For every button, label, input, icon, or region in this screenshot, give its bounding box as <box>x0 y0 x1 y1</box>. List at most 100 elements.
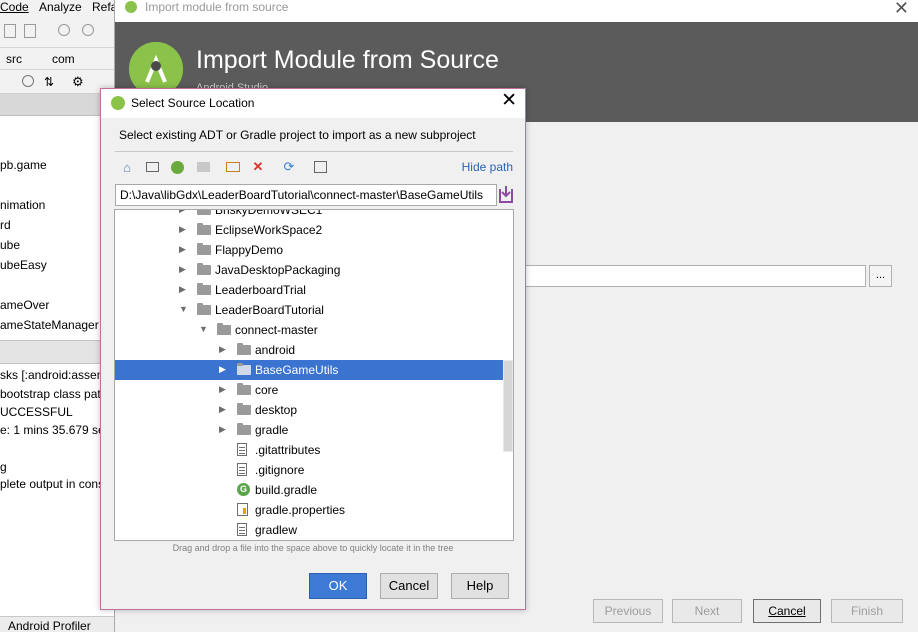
ide-background: Code Analyze Refa src com ⇅ ⚙ pb.game ni… <box>0 0 116 632</box>
tree-row[interactable]: ▶ LeaderboardTrial <box>115 280 513 300</box>
folder-icon <box>197 303 211 315</box>
build-line: UCCESSFUL <box>0 405 73 419</box>
browse-button[interactable]: ... <box>869 265 892 287</box>
chevron-right-icon[interactable]: ▶ <box>179 224 186 235</box>
chevron-right-icon[interactable]: ▶ <box>219 404 226 415</box>
history-dropdown-icon[interactable] <box>499 185 515 205</box>
tree-row[interactable]: ▶ BriskyDemoWSEC1 <box>115 209 513 220</box>
tree-item[interactable]: ameStateManager <box>0 318 99 332</box>
project-icon[interactable] <box>167 157 187 177</box>
folder-icon <box>237 343 251 355</box>
wizard-titlebar: Import module from source ✕ <box>115 0 918 22</box>
chevron-right-icon[interactable]: ▶ <box>219 384 226 395</box>
folder-icon <box>197 263 211 275</box>
tree-row[interactable]: ▼ LeaderBoardTutorial <box>115 300 513 320</box>
new-folder-icon[interactable] <box>223 157 243 177</box>
tree-label: gradlew <box>255 523 298 537</box>
menu-code[interactable]: Code <box>0 0 29 14</box>
home-icon[interactable]: ⌂ <box>117 157 137 177</box>
tree-label: LeaderBoardTutorial <box>215 303 324 317</box>
finish-button[interactable]: Finish <box>831 599 903 623</box>
tree-row[interactable]: Gbuild.gradle <box>115 480 513 500</box>
chevron-right-icon[interactable]: ▶ <box>219 424 226 435</box>
build-line: plete output in cons <box>0 477 105 491</box>
tree-row[interactable]: ▶ BaseGameUtils <box>115 360 513 380</box>
chevron-down-icon[interactable]: ▼ <box>179 304 188 314</box>
module-icon[interactable] <box>193 157 213 177</box>
gear-icon[interactable]: ⚙ <box>72 74 84 90</box>
tree-label: desktop <box>255 403 298 417</box>
target-icon[interactable] <box>22 75 34 87</box>
tree-row[interactable]: gradlew <box>115 520 513 540</box>
tree-row[interactable]: ▶ EclipseWorkSpace2 <box>115 220 513 240</box>
scrollbar-thumb[interactable] <box>504 361 512 451</box>
wizard-cancel-button[interactable]: Cancel <box>753 599 821 623</box>
tree-row[interactable]: ▶ FlappyDemo <box>115 240 513 260</box>
previous-button[interactable]: Previous <box>593 599 663 623</box>
tree-label: EclipseWorkSpace2 <box>215 223 323 237</box>
cancel-button[interactable]: Cancel <box>380 573 438 599</box>
build-line: sks [:android:assem <box>0 368 107 382</box>
desktop-icon[interactable] <box>142 157 162 177</box>
tree-item[interactable]: pb.game <box>0 158 47 172</box>
tree-item[interactable]: ameOver <box>0 298 49 312</box>
copy-icon[interactable] <box>4 24 16 38</box>
messages-header <box>0 340 116 364</box>
wizard-title: Import Module from Source <box>196 46 499 74</box>
close-icon[interactable]: ✕ <box>501 91 517 111</box>
chevron-down-icon[interactable]: ▼ <box>199 324 208 334</box>
chevron-right-icon[interactable]: ▶ <box>219 344 226 355</box>
file-tree[interactable]: ▶ BriskyDemoWSEC1 ▶ EclipseWorkSpace2 ▶ Flapp… <box>114 209 514 541</box>
tree-row[interactable]: .gitignore <box>115 460 513 480</box>
help-button[interactable]: Help <box>451 573 509 599</box>
path-input[interactable]: D:\Java\libGdx\LeaderBoardTutorial\conne… <box>115 184 497 206</box>
paste-icon[interactable] <box>24 24 36 38</box>
ide-menubar: Code Analyze Refa <box>0 0 116 16</box>
tree-label: JavaDesktopPackaging <box>215 263 341 277</box>
tree-row[interactable]: ▶ android <box>115 340 513 360</box>
android-profiler-tab[interactable]: Android Profiler <box>8 619 91 632</box>
tree-row[interactable]: .gitattributes <box>115 440 513 460</box>
tool-window-header <box>0 94 116 116</box>
build-line: g <box>0 460 7 474</box>
collapse-icon[interactable]: ⇅ <box>44 75 54 89</box>
tree-item[interactable]: ube <box>0 238 20 252</box>
android-studio-icon <box>125 1 137 13</box>
chevron-right-icon[interactable]: ▶ <box>179 210 186 215</box>
ok-button[interactable]: OK <box>309 573 367 599</box>
show-hidden-icon[interactable] <box>310 157 330 177</box>
tree-label: BriskyDemoWSEC1 <box>215 209 323 217</box>
divider <box>115 151 513 152</box>
status-bar: Android Profiler <box>0 616 116 632</box>
delete-icon[interactable]: ✕ <box>248 157 268 177</box>
breadcrumb-src[interactable]: src <box>6 52 22 66</box>
tree-row[interactable]: ▶ core <box>115 380 513 400</box>
tree-row[interactable]: ▼ connect-master <box>115 320 513 340</box>
tree-item[interactable]: nimation <box>0 198 45 212</box>
folder-icon <box>197 223 211 235</box>
source-directory-input[interactable] <box>525 265 866 287</box>
menu-refactor[interactable]: Refa <box>92 0 116 14</box>
next-button[interactable]: Next <box>672 599 742 623</box>
build-line: bootstrap class pat <box>0 387 101 401</box>
close-icon[interactable]: ✕ <box>894 0 909 19</box>
folder-icon <box>197 283 211 295</box>
tree-row[interactable]: ▶ desktop <box>115 400 513 420</box>
zoom-out-icon[interactable] <box>82 24 94 36</box>
menu-analyze[interactable]: Analyze <box>39 0 82 14</box>
tree-row[interactable]: ▶ gradle <box>115 420 513 440</box>
chevron-right-icon[interactable]: ▶ <box>219 364 226 375</box>
chevron-right-icon[interactable]: ▶ <box>179 244 186 255</box>
tree-row[interactable]: ▶ JavaDesktopPackaging <box>115 260 513 280</box>
chevron-right-icon[interactable]: ▶ <box>179 264 186 275</box>
tree-item[interactable]: ubeEasy <box>0 258 47 272</box>
zoom-in-icon[interactable] <box>58 24 70 36</box>
select-source-dialog: Select Source Location ✕ Select existing… <box>100 88 526 610</box>
tree-row[interactable]: gradle.properties <box>115 500 513 520</box>
tree-item[interactable]: rd <box>0 218 11 232</box>
hide-path-link[interactable]: Hide path <box>462 160 513 174</box>
breadcrumb-com[interactable]: com <box>52 52 75 66</box>
chevron-right-icon[interactable]: ▶ <box>179 284 186 295</box>
refresh-icon[interactable]: ⟳ <box>279 157 299 177</box>
android-studio-icon <box>111 96 125 110</box>
